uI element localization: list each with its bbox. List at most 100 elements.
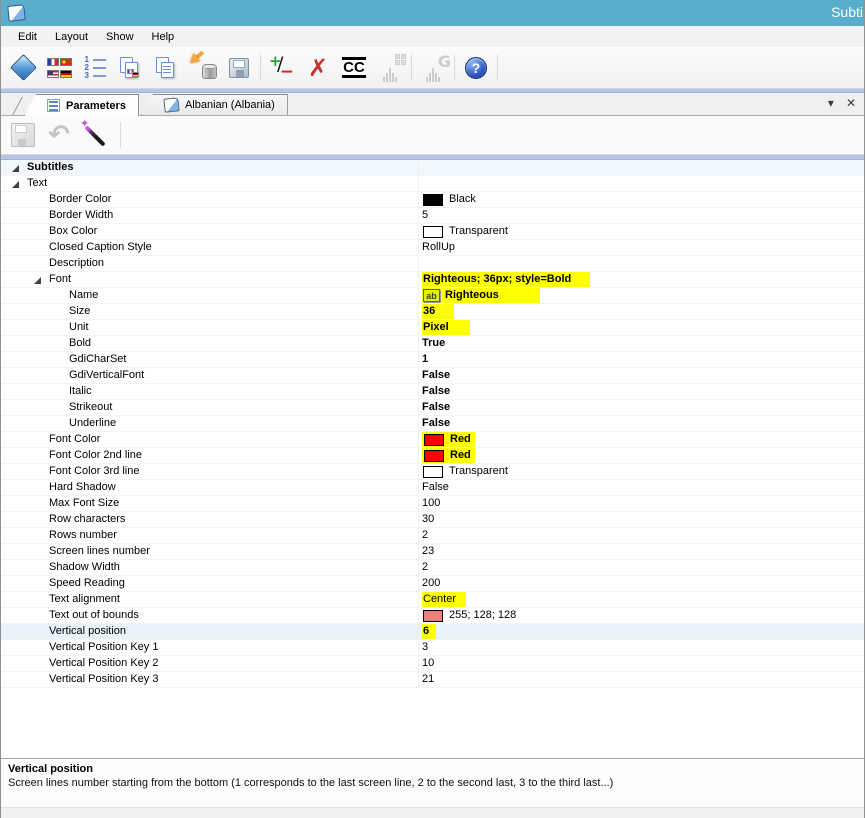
wizard-button[interactable]: ✦ (78, 119, 112, 151)
expander-icon[interactable] (9, 162, 27, 174)
grid-row-strikeout[interactable]: StrikeoutFalse (1, 400, 864, 416)
open-subtitles-icon (10, 54, 37, 81)
property-value[interactable]: 100 (419, 496, 864, 511)
languages-button[interactable] (43, 52, 75, 84)
property-value[interactable] (419, 256, 864, 271)
property-value[interactable]: 5 (419, 208, 864, 223)
grid-row-gdicharset[interactable]: GdiCharSet1 (1, 352, 864, 368)
save-button[interactable] (223, 52, 255, 84)
menu-show[interactable]: Show (97, 29, 143, 45)
grid-row-size[interactable]: Size36 (1, 304, 864, 320)
grid-row-vertical-position-key-2[interactable]: Vertical Position Key 210 (1, 656, 864, 672)
property-value[interactable]: 255; 128; 128 (419, 608, 864, 623)
property-value[interactable]: 3 (419, 640, 864, 655)
open-subtitles-button[interactable] (7, 52, 39, 84)
undo-button[interactable]: ↶ (42, 119, 76, 151)
grid-row-subtitles[interactable]: Subtitles (1, 160, 864, 176)
property-value[interactable]: abRighteous (419, 288, 864, 303)
app-icon[interactable] (7, 4, 26, 22)
grid-row-border-width[interactable]: Border Width5 (1, 208, 864, 224)
property-value[interactable]: False (419, 368, 864, 383)
property-value[interactable]: False (419, 416, 864, 431)
copy-text-button[interactable] (151, 52, 183, 84)
add-remove-lines-button[interactable]: +/− (266, 52, 298, 84)
menu-layout[interactable]: Layout (46, 29, 97, 45)
property-value[interactable]: 30 (419, 512, 864, 527)
copy-translation-button[interactable] (115, 52, 147, 84)
menu-edit[interactable]: Edit (9, 29, 46, 45)
grid-row-box-color[interactable]: Box ColorTransparent (1, 224, 864, 240)
audio-sync-button[interactable] (374, 52, 406, 84)
closed-captions-button[interactable]: CC (338, 52, 370, 84)
grid-row-max-font-size[interactable]: Max Font Size100 (1, 496, 864, 512)
grid-row-bold[interactable]: BoldTrue (1, 336, 864, 352)
grid-row-hard-shadow[interactable]: Hard ShadowFalse (1, 480, 864, 496)
renumber-lines-button[interactable]: 1 2 3 (79, 52, 111, 84)
menu-help[interactable]: Help (143, 29, 184, 45)
property-value[interactable]: 2 (419, 560, 864, 575)
property-value[interactable]: Center (419, 592, 864, 607)
property-value[interactable]: 10 (419, 656, 864, 671)
property-value[interactable]: False (419, 480, 864, 495)
property-value[interactable]: Transparent (419, 224, 864, 239)
grid-row-row-characters[interactable]: Row characters30 (1, 512, 864, 528)
audio-sync-settings-button[interactable]: G (417, 52, 449, 84)
property-value[interactable]: Black (419, 192, 864, 207)
grid-row-text-alignment[interactable]: Text alignmentCenter (1, 592, 864, 608)
expander-icon[interactable] (9, 178, 27, 190)
tab-dropdown-button[interactable]: ▾ (828, 96, 834, 110)
grid-row-gdiverticalfont[interactable]: GdiVerticalFontFalse (1, 368, 864, 384)
grid-row-font-color-3rd-line[interactable]: Font Color 3rd lineTransparent (1, 464, 864, 480)
property-value[interactable] (419, 176, 864, 191)
grid-row-rows-number[interactable]: Rows number2 (1, 528, 864, 544)
grid-row-unit[interactable]: UnitPixel (1, 320, 864, 336)
property-value[interactable]: Pixel (419, 320, 864, 335)
grid-row-description[interactable]: Description (1, 256, 864, 272)
grid-row-font-color-2nd-line[interactable]: Font Color 2nd lineRed (1, 448, 864, 464)
export-database-button[interactable] (187, 52, 219, 84)
grid-row-speed-reading[interactable]: Speed Reading200 (1, 576, 864, 592)
expander-icon[interactable] (31, 274, 49, 286)
property-value[interactable]: 200 (419, 576, 864, 591)
grid-row-vertical-position-key-3[interactable]: Vertical Position Key 321 (1, 672, 864, 688)
property-value[interactable]: False (419, 384, 864, 399)
font-preview-ab-button[interactable]: ab (423, 289, 440, 302)
property-value[interactable] (419, 160, 864, 175)
property-value[interactable]: 2 (419, 528, 864, 543)
property-value[interactable]: Red (419, 448, 864, 463)
property-value[interactable]: 6 (419, 624, 864, 639)
grid-row-shadow-width[interactable]: Shadow Width2 (1, 560, 864, 576)
grid-row-vertical-position[interactable]: Vertical position6 (1, 624, 864, 640)
tab-parameters[interactable]: Parameters (24, 94, 139, 116)
value-text: RollUp (422, 240, 455, 255)
grid-row-screen-lines-number[interactable]: Screen lines number23 (1, 544, 864, 560)
help-button[interactable]: ? (460, 52, 492, 84)
property-value[interactable]: 1 (419, 352, 864, 367)
property-value[interactable]: Red (419, 432, 864, 447)
property-value[interactable]: 23 (419, 544, 864, 559)
property-value[interactable]: 21 (419, 672, 864, 687)
tab-albanian-albania[interactable]: Albanian (Albania) (141, 94, 288, 115)
save-parameters-button[interactable] (6, 119, 40, 151)
grid-row-italic[interactable]: ItalicFalse (1, 384, 864, 400)
property-value[interactable]: Righteous; 36px; style=Bold (419, 272, 864, 287)
property-value[interactable]: False (419, 400, 864, 415)
grid-row-closed-caption-style[interactable]: Closed Caption StyleRollUp (1, 240, 864, 256)
expander-spacer (51, 338, 69, 350)
title-bar[interactable]: Subti (1, 0, 864, 26)
property-value[interactable]: Transparent (419, 464, 864, 479)
grid-row-font[interactable]: FontRighteous; 36px; style=Bold (1, 272, 864, 288)
grid-row-font-color[interactable]: Font ColorRed (1, 432, 864, 448)
grid-row-text-out-of-bounds[interactable]: Text out of bounds255; 128; 128 (1, 608, 864, 624)
property-value[interactable]: True (419, 336, 864, 351)
tab-close-button[interactable]: ✕ (846, 96, 856, 110)
property-value[interactable]: 36 (419, 304, 864, 319)
grid-row-name[interactable]: NameabRighteous (1, 288, 864, 304)
grid-row-vertical-position-key-1[interactable]: Vertical Position Key 13 (1, 640, 864, 656)
value-text: 1 (422, 352, 428, 367)
delete-button[interactable]: ✗ (302, 52, 334, 84)
property-value[interactable]: RollUp (419, 240, 864, 255)
grid-row-text[interactable]: Text (1, 176, 864, 192)
grid-row-border-color[interactable]: Border ColorBlack (1, 192, 864, 208)
grid-row-underline[interactable]: UnderlineFalse (1, 416, 864, 432)
